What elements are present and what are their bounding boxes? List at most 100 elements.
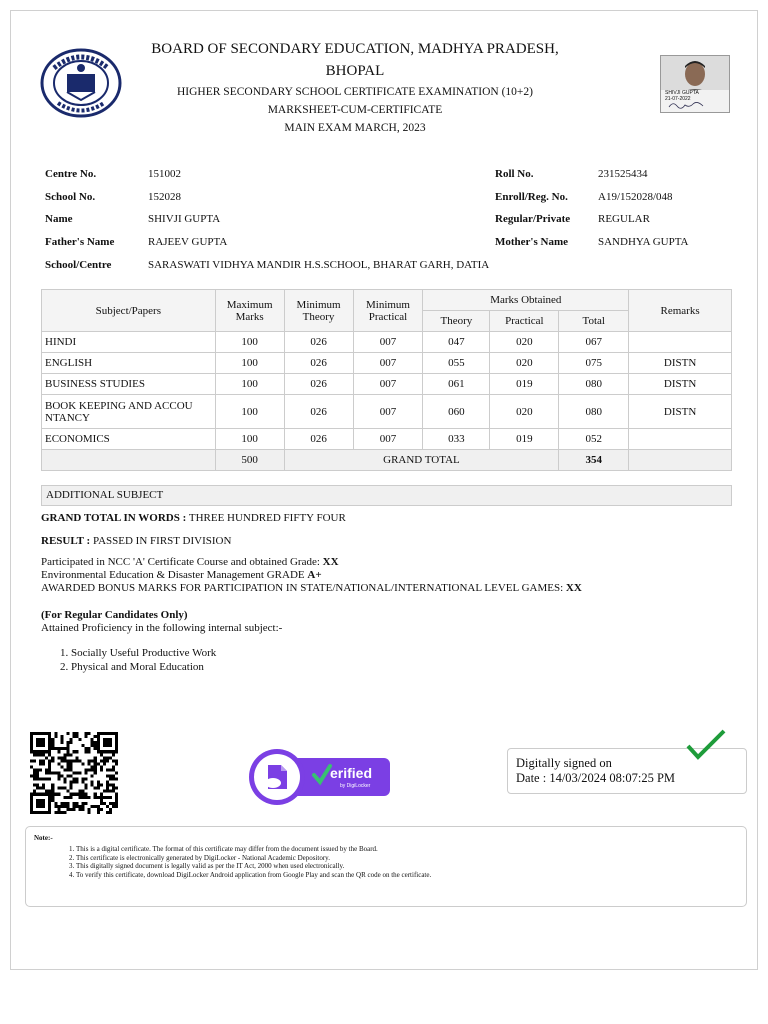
father-name-value: RAJEEV GUPTA <box>148 236 228 248</box>
list-item: This certificate is electronically gener… <box>76 854 738 863</box>
marks-table: Subject/Papers Maximum Marks Minimum Theor… <box>41 289 732 471</box>
header-total: Total <box>558 310 630 332</box>
notes-box: Note:- This is a digital certificate. Th… <box>25 826 747 907</box>
remarks-cell <box>628 428 732 450</box>
min-practical-cell: 007 <box>352 428 424 450</box>
min-practical-cell: 007 <box>352 394 424 429</box>
board-title-line1: BOARD OF SECONDARY EDUCATION, MADHYA PRA… <box>151 41 559 57</box>
remarks-cell <box>628 331 732 353</box>
grand-total-words: GRAND TOTAL IN WORDS : THREE HUNDRED FIF… <box>41 512 346 524</box>
header-max-marks: Maximum Marks <box>214 289 285 332</box>
table-row: ENGLISH 100 026 007 055 020 075 DISTN <box>41 352 732 374</box>
school-centre-label: School/Centre <box>45 259 112 271</box>
grand-total-words-label: GRAND TOTAL IN WORDS : <box>41 512 187 524</box>
roll-no-label: Roll No. <box>495 168 534 180</box>
bonus-line: AWARDED BONUS MARKS FOR PARTICIPATION IN… <box>41 582 582 594</box>
max-cell: 100 <box>214 352 285 374</box>
header-min-theory: Minimum Theory <box>283 289 354 332</box>
header-marks-obtained: Marks Obtained <box>422 289 630 311</box>
notes-list: This is a digital certificate. The forma… <box>34 845 738 879</box>
grand-total-value: 354 <box>558 449 630 471</box>
result-value: PASSED IN FIRST DIVISION <box>92 535 232 547</box>
roll-no-value: 231525434 <box>598 168 648 180</box>
verified-badge-text: erified <box>330 765 373 781</box>
min-practical-cell: 007 <box>352 331 424 353</box>
father-name-label: Father's Name <box>45 236 115 248</box>
theory-cell: 047 <box>422 331 491 353</box>
remarks-cell: DISTN <box>628 394 732 429</box>
env-line: Environmental Education & Disaster Manag… <box>41 569 322 581</box>
table-row: BOOK KEEPING AND ACCOU NTANCY 100 026 007… <box>41 394 732 429</box>
empty-cell <box>628 449 732 471</box>
header-min-practical: Minimum Practical <box>352 289 424 332</box>
regular-candidates-note: (For Regular Candidates Only) <box>41 609 188 621</box>
empty-cell <box>41 449 216 471</box>
centre-no-value: 151002 <box>148 168 181 180</box>
photo-signature <box>668 102 704 109</box>
min-theory-cell: 026 <box>283 394 354 429</box>
list-item: To verify this certificate, download Dig… <box>76 871 738 880</box>
exam-subtitle: HIGHER SECONDARY SCHOOL CERTIFICATE EXAM… <box>140 83 570 137</box>
exam-name: HIGHER SECONDARY SCHOOL CERTIFICATE EXAM… <box>176 86 533 98</box>
theory-cell: 033 <box>422 428 491 450</box>
theory-cell: 055 <box>422 352 491 374</box>
board-title-line2: BHOPAL <box>325 63 385 79</box>
board-title: BOARD OF SECONDARY EDUCATION, MADHYA PRA… <box>140 38 570 82</box>
list-item: This is a digital certificate. The forma… <box>76 845 738 854</box>
notes-title: Note:- <box>34 834 53 842</box>
grand-total-row: 500 GRAND TOTAL 354 <box>41 449 732 471</box>
regular-private-label: Regular/Private <box>495 213 571 225</box>
school-centre-value: SARASWATI VIDHYA MANDIR H.S.SCHOOL, BHAR… <box>148 259 490 271</box>
min-theory-cell: 026 <box>283 331 354 353</box>
total-cell: 080 <box>558 394 630 429</box>
ncc-line: Participated in NCC 'A' Certificate Cour… <box>41 556 339 568</box>
header-theory: Theory <box>422 310 491 332</box>
header-subject: Subject/Papers <box>41 289 216 332</box>
max-total-cell: 500 <box>214 449 285 471</box>
total-cell: 075 <box>558 352 630 374</box>
header-remarks: Remarks <box>628 289 732 332</box>
enroll-value: A19/152028/048 <box>598 191 673 203</box>
result-line: RESULT : PASSED IN FIRST DIVISION <box>41 535 231 547</box>
max-cell: 100 <box>214 373 285 395</box>
env-grade: A+ <box>307 569 322 581</box>
min-theory-cell: 026 <box>283 373 354 395</box>
practical-cell: 019 <box>489 373 560 395</box>
grand-total-label: GRAND TOTAL <box>283 449 560 471</box>
additional-subject-bar: ADDITIONAL SUBJECT <box>41 485 732 506</box>
theory-cell: 060 <box>422 394 491 429</box>
practical-cell: 020 <box>489 331 560 353</box>
list-item: Socially Useful Productive Work <box>71 646 216 660</box>
practical-cell: 020 <box>489 352 560 374</box>
mother-name-label: Mother's Name <box>495 236 569 248</box>
board-emblem-logo <box>40 48 122 118</box>
centre-no-label: Centre No. <box>45 168 97 180</box>
subject-cell: BOOK KEEPING AND ACCOU NTANCY <box>41 394 216 429</box>
signature-date: Date : 14/03/2024 08:07:25 PM <box>516 771 676 785</box>
practical-cell: 019 <box>489 428 560 450</box>
mother-name-value: SANDHYA GUPTA <box>598 236 689 248</box>
header-practical: Practical <box>489 310 560 332</box>
subject-cell: BUSINESS STUDIES <box>41 373 216 395</box>
enroll-label: Enroll/Reg. No. <box>495 191 568 203</box>
student-photo: SHIVJI GUPTA 21-07-2022 <box>660 55 730 113</box>
qr-code[interactable] <box>30 732 118 814</box>
min-theory-cell: 026 <box>283 428 354 450</box>
school-no-label: School No. <box>45 191 96 203</box>
subject-cell: HINDI <box>41 331 216 353</box>
result-label: RESULT : <box>41 535 91 547</box>
max-cell: 100 <box>214 331 285 353</box>
min-practical-cell: 007 <box>352 352 424 374</box>
practical-cell: 020 <box>489 394 560 429</box>
max-cell: 100 <box>214 394 285 429</box>
table-row: HINDI 100 026 007 047 020 067 <box>41 331 732 353</box>
list-item: This digitally signed document is legall… <box>76 862 738 871</box>
total-cell: 080 <box>558 373 630 395</box>
ncc-grade: XX <box>322 556 339 568</box>
max-cell: 100 <box>214 428 285 450</box>
min-practical-cell: 007 <box>352 373 424 395</box>
theory-cell: 061 <box>422 373 491 395</box>
table-row: ECONOMICS 100 026 007 033 019 052 <box>41 428 732 450</box>
name-value: SHIVJI GUPTA <box>148 213 221 225</box>
grand-total-words-value: THREE HUNDRED FIFTY FOUR <box>188 512 346 524</box>
